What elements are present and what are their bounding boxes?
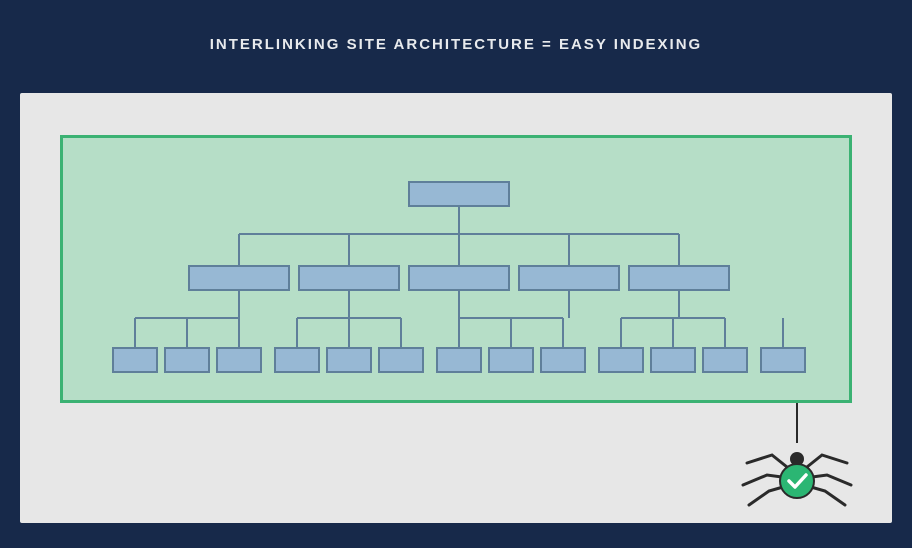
tree-node bbox=[327, 348, 371, 372]
tree-node bbox=[113, 348, 157, 372]
diagram-title: INTERLINKING SITE ARCHITECTURE = EASY IN… bbox=[0, 0, 912, 53]
tree-node bbox=[761, 348, 805, 372]
tree-node bbox=[703, 348, 747, 372]
tree-node bbox=[629, 266, 729, 290]
crawler-spider bbox=[767, 403, 827, 503]
tree-node bbox=[489, 348, 533, 372]
architecture-box bbox=[60, 135, 852, 403]
tree-node bbox=[189, 266, 289, 290]
tree-node bbox=[437, 348, 481, 372]
tree-node bbox=[217, 348, 261, 372]
tree-node bbox=[379, 348, 423, 372]
tree-node bbox=[275, 348, 319, 372]
tree-node bbox=[409, 182, 509, 206]
tree-node bbox=[409, 266, 509, 290]
tree-node bbox=[299, 266, 399, 290]
tree-node bbox=[541, 348, 585, 372]
tree-node bbox=[599, 348, 643, 372]
diagram-card bbox=[20, 93, 892, 523]
site-tree bbox=[63, 138, 855, 406]
spider-body bbox=[767, 443, 827, 503]
tree-node bbox=[519, 266, 619, 290]
tree-node bbox=[165, 348, 209, 372]
tree-node bbox=[651, 348, 695, 372]
